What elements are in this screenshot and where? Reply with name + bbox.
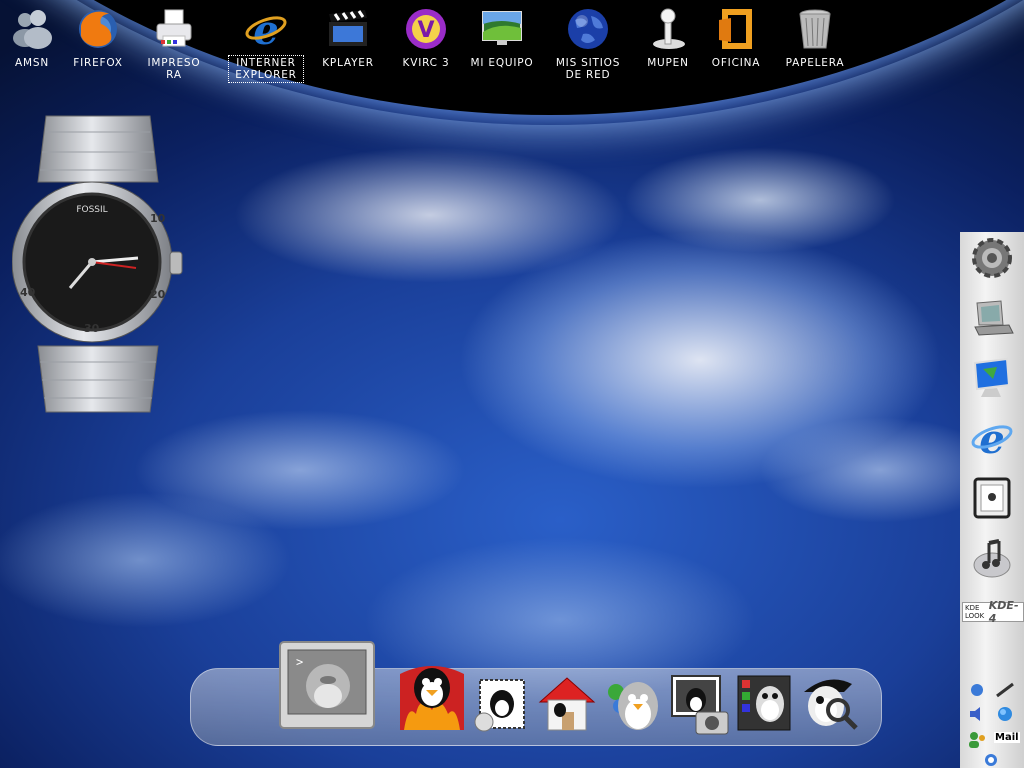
clapperboard-icon [325, 6, 371, 52]
trash-icon [792, 6, 838, 52]
mail-penguin-icon [472, 674, 530, 738]
terminal-penguin-icon: > [278, 640, 376, 734]
dial-number: 10 [150, 212, 166, 225]
desktop[interactable]: AMSN FIREFOX IMPRESO RA e INTERNER EXPLO… [0, 0, 1024, 768]
desktop-icon-label: INTERNER EXPLORER [228, 55, 304, 83]
svg-text:>: > [296, 655, 303, 669]
cable-icon[interactable] [994, 680, 1016, 700]
kvirc-icon: V [403, 6, 449, 52]
desktop-icon-kvirc[interactable]: V KVIRC 3 [390, 6, 462, 69]
system-tray: Mail [960, 676, 1024, 768]
desktop-icon-firefox[interactable]: FIREFOX [62, 6, 134, 69]
desktop-icon-label: MIS SITIOS DE RED [555, 57, 621, 81]
desktop-icon-my-computer[interactable]: MI EQUIPO [466, 6, 538, 69]
desktop-icon-label: MI EQUIPO [470, 57, 534, 69]
dock-item-control-panel[interactable] [734, 674, 794, 736]
dock-item-camera[interactable] [666, 674, 732, 738]
side-item-internet-explorer[interactable]: e [964, 412, 1020, 468]
mail-label[interactable]: Mail [994, 732, 1020, 743]
dock-item-search[interactable] [798, 672, 862, 736]
desktop-icon-kplayer[interactable]: KPLAYER [312, 6, 384, 69]
dock-item-mail[interactable] [472, 676, 530, 736]
control-panel-penguin-icon [734, 672, 794, 738]
globe-icon[interactable] [994, 704, 1016, 724]
network-icon[interactable] [966, 680, 988, 700]
internet-explorer-icon: e [243, 6, 289, 52]
desktop-icon-office[interactable]: OFICINA [700, 6, 772, 69]
svg-text:V: V [417, 18, 434, 43]
home-icon [536, 672, 598, 738]
kde-look-badge[interactable]: KDE LOOK KDE-4 [962, 599, 1024, 625]
laptop-icon [969, 295, 1015, 345]
watch-widget[interactable]: FOSSIL 10 20 30 40 [11, 112, 184, 416]
desktop-icon-label: OFICINA [711, 57, 761, 69]
desktop-icon-label: KPLAYER [322, 57, 374, 69]
desktop-icon-amsn[interactable]: AMSN [0, 6, 68, 69]
kde-badge-right: KDE-4 [988, 599, 1019, 625]
gear-icon [969, 235, 1015, 285]
my-computer-icon [479, 6, 525, 52]
search-penguin-icon [798, 670, 862, 738]
desktop-icon-label: MUPEN [647, 57, 689, 69]
side-item-monitor[interactable] [964, 352, 1020, 408]
refresh-icon[interactable] [980, 750, 1002, 768]
dial-number: 20 [150, 288, 166, 301]
amsn-buddy-icon [9, 6, 55, 52]
side-launcher-panel: e KDE LOOK KDE-4 Mail [960, 232, 1024, 768]
office-icon [713, 6, 759, 52]
dock-item-fire-penguin[interactable] [394, 656, 470, 734]
desktop-icon-mupen[interactable]: MUPEN [632, 6, 704, 69]
desktop-icon-printer[interactable]: IMPRESO RA [138, 6, 210, 81]
camera-penguin-icon [666, 672, 732, 740]
desktop-icon-label: KVIRC 3 [402, 57, 450, 69]
globe-icon [565, 6, 611, 52]
fire-penguin-icon [394, 654, 470, 736]
joystick-icon [645, 6, 691, 52]
dial-number: 30 [84, 322, 100, 335]
desktop-icon-label: FIREFOX [73, 57, 123, 69]
desktop-icon-label: PAPELERA [785, 57, 845, 69]
kde-badge-left: KDE LOOK [965, 604, 985, 620]
dock-item-home[interactable] [536, 674, 598, 736]
side-item-laptop[interactable] [964, 292, 1020, 348]
desktop-icon-internet-explorer[interactable]: e INTERNER EXPLORER [228, 6, 304, 83]
dock-item-terminal[interactable]: > [278, 640, 376, 734]
users-icon[interactable] [966, 730, 988, 750]
desktop-icon-network[interactable]: MIS SITIOS DE RED [552, 6, 624, 81]
watch-brand: FOSSIL [76, 205, 107, 215]
mac-tower-icon [969, 475, 1015, 525]
music-icon [969, 535, 1015, 585]
side-item-mac[interactable] [964, 472, 1020, 528]
dial-number: 40 [20, 286, 36, 299]
side-item-settings[interactable] [964, 232, 1020, 288]
monitor-icon [969, 355, 1015, 405]
desktop-icon-label: IMPRESO RA [147, 57, 201, 81]
svg-text:e: e [253, 7, 278, 52]
side-item-music[interactable] [964, 532, 1020, 588]
printer-icon [151, 6, 197, 52]
internet-explorer-icon: e [969, 415, 1015, 465]
messenger-penguin-icon [600, 672, 664, 738]
desktop-icon-label: AMSN [15, 57, 49, 69]
desktop-icon-trash[interactable]: PAPELERA [779, 6, 851, 69]
dock-item-messenger[interactable] [600, 674, 664, 736]
firefox-icon [75, 6, 121, 52]
svg-text:e: e [979, 416, 1004, 461]
volume-icon[interactable] [966, 704, 988, 724]
